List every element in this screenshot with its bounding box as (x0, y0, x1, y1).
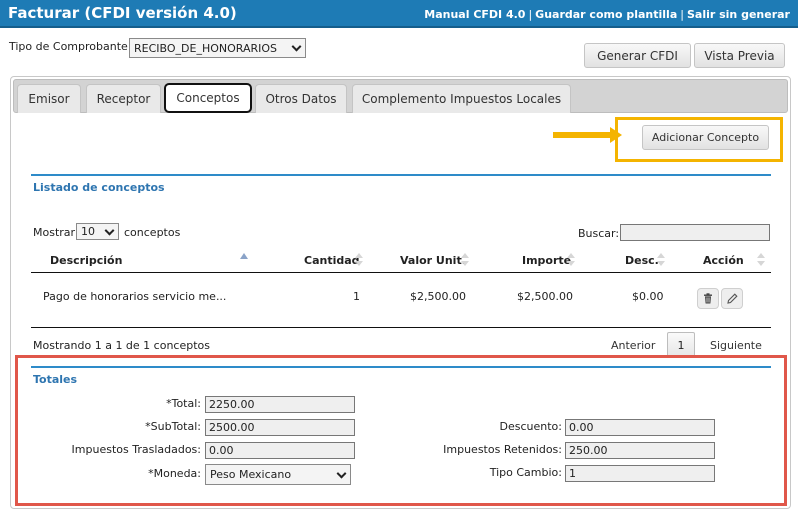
edit-button[interactable] (721, 288, 743, 309)
tipo-cambio-field[interactable]: 1 (565, 465, 715, 482)
conceptos-label: conceptos (124, 226, 181, 239)
page-size-select[interactable]: 10 (76, 223, 119, 240)
generar-cfdi-button[interactable]: Generar CFDI (584, 43, 691, 68)
impuestos-trasladados-field[interactable]: 0.00 (205, 442, 355, 459)
vista-previa-button[interactable]: Vista Previa (694, 43, 785, 68)
search-input[interactable] (620, 224, 770, 241)
table-header-divider (31, 272, 771, 273)
descuento-field[interactable]: 0.00 (565, 419, 715, 436)
sort-icon (567, 253, 575, 267)
total-field[interactable]: 2250.00 (205, 396, 355, 413)
section-divider (31, 366, 771, 368)
adicionar-concepto-button[interactable]: Adicionar Concepto (642, 125, 769, 150)
pager-previous-button[interactable]: Anterior (611, 339, 655, 352)
subtotal-field[interactable]: 2500.00 (205, 419, 355, 436)
column-header-valor-unit[interactable]: Valor Unit. (400, 254, 466, 267)
link-separator: | (680, 8, 684, 21)
delete-button[interactable] (697, 288, 719, 309)
title-bar: Facturar (CFDI versión 4.0) Manual CFDI … (0, 0, 798, 28)
moneda-select[interactable]: Peso Mexicano (205, 464, 351, 485)
impuestos-trasladados-label: Impuestos Trasladados: (71, 443, 201, 456)
tipo-comprobante-label: Tipo de Comprobante: (9, 40, 132, 53)
save-template-link[interactable]: Guardar como plantilla (535, 8, 677, 21)
moneda-value: Peso Mexicano (210, 468, 292, 481)
arrow-shaft (553, 132, 615, 138)
tipo-comprobante-value: RECIBO_DE_HONORARIOS (134, 41, 278, 55)
cell-cantidad: 1 (353, 290, 360, 303)
cell-desc: $0.00 (632, 290, 664, 303)
cell-importe: $2,500.00 (517, 290, 573, 303)
column-header-descripcion[interactable]: Descripción (50, 254, 122, 267)
search-label: Buscar: (578, 227, 620, 240)
tab-emisor[interactable]: Emisor (17, 84, 81, 113)
moneda-label: *Moneda: (148, 467, 201, 480)
tab-receptor[interactable]: Receptor (86, 84, 161, 113)
conceptos-section-title: Listado de conceptos (33, 181, 165, 194)
tipo-comprobante-select[interactable]: RECIBO_DE_HONORARIOS (129, 38, 306, 58)
cell-descripcion: Pago de honorarios servicio me... (43, 290, 227, 303)
chevron-down-icon (336, 468, 347, 479)
cell-valor-unit: $2,500.00 (410, 290, 466, 303)
manual-link[interactable]: Manual CFDI 4.0 (424, 8, 525, 21)
link-separator: | (528, 8, 533, 21)
totales-section-title: Totales (33, 373, 78, 386)
impuestos-retenidos-field[interactable]: 250.00 (565, 442, 715, 459)
table-info: Mostrando 1 a 1 de 1 conceptos (33, 339, 210, 352)
sort-icon (355, 253, 363, 267)
mostrar-label: Mostrar (33, 226, 76, 239)
descuento-label: Descuento: (499, 420, 562, 433)
chevron-down-icon (291, 41, 302, 52)
table-bottom-divider (31, 327, 771, 328)
total-label: *Total: (166, 397, 201, 410)
column-header-importe[interactable]: Importe (522, 254, 571, 267)
chevron-down-icon (104, 225, 115, 236)
tipo-cambio-label: Tipo Cambio: (489, 466, 562, 479)
pager-next-button[interactable]: Siguiente (710, 339, 762, 352)
tab-otros-datos[interactable]: Otros Datos (255, 84, 347, 113)
column-header-desc[interactable]: Desc. (625, 254, 659, 267)
exit-link[interactable]: Salir sin generar (687, 8, 790, 21)
page-title: Facturar (CFDI versión 4.0) (8, 4, 237, 22)
sort-icon (757, 253, 765, 267)
trash-icon (704, 293, 712, 304)
pencil-icon (726, 293, 738, 304)
sort-icon (657, 253, 665, 267)
section-divider (31, 174, 771, 176)
arrow-right-icon (610, 127, 622, 143)
header-links: Manual CFDI 4.0 | Guardar como plantilla | S… (424, 8, 790, 21)
tab-complemento-impuestos[interactable]: Complemento Impuestos Locales (352, 84, 571, 113)
sort-asc-icon (240, 253, 248, 259)
page-size-value: 10 (81, 225, 95, 238)
impuestos-retenidos-label: Impuestos Retenidos: (443, 443, 562, 456)
tab-conceptos[interactable]: Conceptos (164, 83, 252, 113)
column-header-cantidad[interactable]: Cantidad (304, 254, 360, 267)
column-header-accion: Acción (703, 254, 744, 267)
subtotal-label: *SubTotal: (145, 420, 201, 433)
sort-icon (461, 253, 469, 267)
